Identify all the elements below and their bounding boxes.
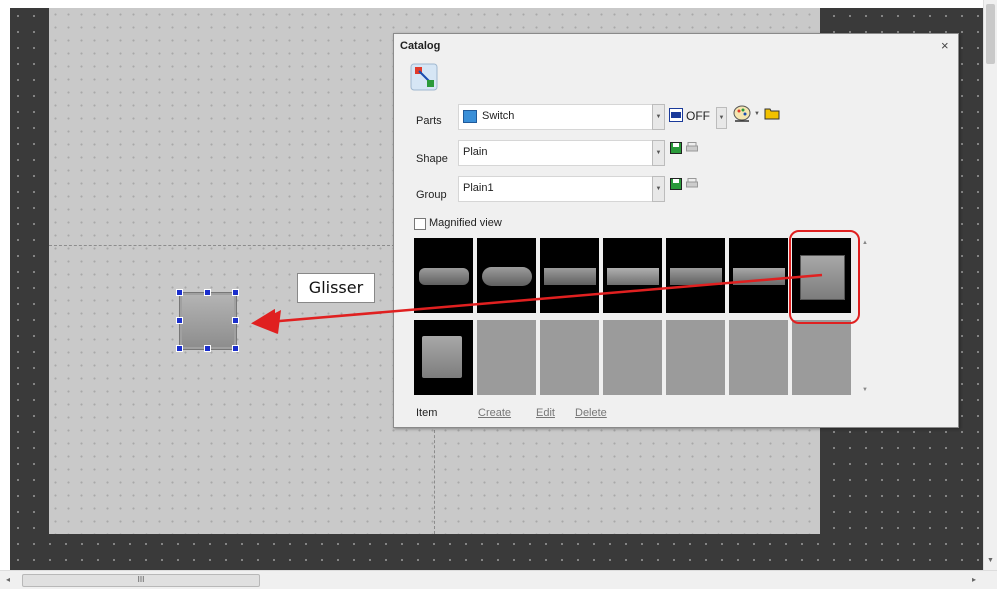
chevron-down-icon[interactable]: ▼ (652, 176, 665, 202)
edit-link[interactable]: Edit (536, 407, 555, 419)
vertical-scroll-thumb[interactable] (986, 4, 995, 64)
catalog-item[interactable] (729, 238, 788, 313)
scroll-down-icon[interactable]: ▼ (987, 557, 994, 564)
catalog-item-empty[interactable] (603, 320, 662, 395)
selection-handle[interactable] (204, 289, 211, 296)
horizontal-scroll-thumb[interactable]: III (22, 574, 260, 587)
drag-instruction-callout: Glisser (297, 273, 375, 303)
shape-combobox[interactable]: Plain ▼ (458, 140, 665, 166)
selection-handle[interactable] (176, 289, 183, 296)
catalog-item[interactable] (477, 238, 536, 313)
group-combobox[interactable]: Plain1 ▼ (458, 176, 665, 202)
parts-label: Parts (416, 115, 442, 127)
catalog-item[interactable] (540, 238, 599, 313)
catalog-item-empty[interactable] (666, 320, 725, 395)
horizontal-scrollbar[interactable]: ◂ III ▸ (0, 570, 997, 589)
scroll-left-icon[interactable]: ◂ (6, 575, 10, 584)
chevron-down-icon[interactable]: ▼ (652, 104, 665, 130)
chevron-down-icon[interactable]: ▼ (754, 107, 762, 121)
shape-value: Plain (463, 146, 488, 158)
drag-tool-icon[interactable] (410, 63, 438, 91)
scroll-right-icon[interactable]: ▸ (972, 575, 976, 584)
create-link[interactable]: Create (478, 407, 511, 419)
selection-handle[interactable] (232, 317, 239, 324)
placed-switch-part[interactable] (179, 292, 237, 350)
off-label: OFF (686, 109, 710, 123)
item-label: Item (416, 407, 438, 419)
selected-item-highlight (789, 230, 860, 324)
folder-icon[interactable] (764, 107, 780, 120)
grid-scrollbar[interactable]: ▲ ▼ (860, 238, 870, 395)
close-icon[interactable]: × (941, 38, 949, 53)
catalog-dialog: Catalog × Parts Switch ▼ OFF ▼ ▼ Shape P… (393, 33, 959, 428)
selection-handle[interactable] (176, 345, 183, 352)
group-value: Plain1 (463, 182, 494, 194)
chevron-down-icon[interactable]: ▼ (716, 107, 727, 129)
selection-handle[interactable] (232, 289, 239, 296)
vertical-scrollbar[interactable]: ▼ (983, 0, 997, 570)
selection-handle[interactable] (232, 345, 239, 352)
magnified-view-label: Magnified view (429, 217, 502, 229)
scroll-up-icon[interactable]: ▲ (862, 240, 868, 246)
catalog-item-empty[interactable] (540, 320, 599, 395)
catalog-item-empty[interactable] (729, 320, 788, 395)
magnified-view-checkbox[interactable] (414, 218, 426, 230)
save-icon[interactable] (670, 178, 682, 190)
dialog-title: Catalog (400, 40, 441, 52)
parts-combobox[interactable]: Switch ▼ (458, 104, 665, 130)
chevron-down-icon[interactable]: ▼ (652, 140, 665, 166)
scroll-down-icon[interactable]: ▼ (862, 387, 868, 393)
shape-label: Shape (416, 153, 448, 165)
horizontal-guide-line (49, 245, 395, 246)
parts-value: Switch (482, 110, 515, 122)
off-switch-icon[interactable] (669, 108, 683, 122)
delete-link[interactable]: Delete (575, 407, 607, 419)
app-window: ▼ ◂ III ▸ Catalog × Parts Switch ▼ OFF ▼… (0, 0, 997, 589)
selection-handle[interactable] (204, 345, 211, 352)
catalog-item-empty[interactable] (792, 320, 851, 395)
vertical-guide-line (434, 425, 435, 534)
selection-handle[interactable] (176, 317, 183, 324)
switch-part-icon (463, 110, 477, 123)
catalog-item[interactable] (414, 238, 473, 313)
print-icon[interactable] (686, 178, 698, 190)
catalog-item[interactable] (666, 238, 725, 313)
catalog-item[interactable] (603, 238, 662, 313)
group-label: Group (416, 189, 447, 201)
save-icon[interactable] (670, 142, 682, 154)
catalog-item[interactable] (414, 320, 473, 395)
print-icon[interactable] (686, 142, 698, 154)
palette-icon[interactable] (732, 105, 752, 123)
catalog-item-empty[interactable] (477, 320, 536, 395)
